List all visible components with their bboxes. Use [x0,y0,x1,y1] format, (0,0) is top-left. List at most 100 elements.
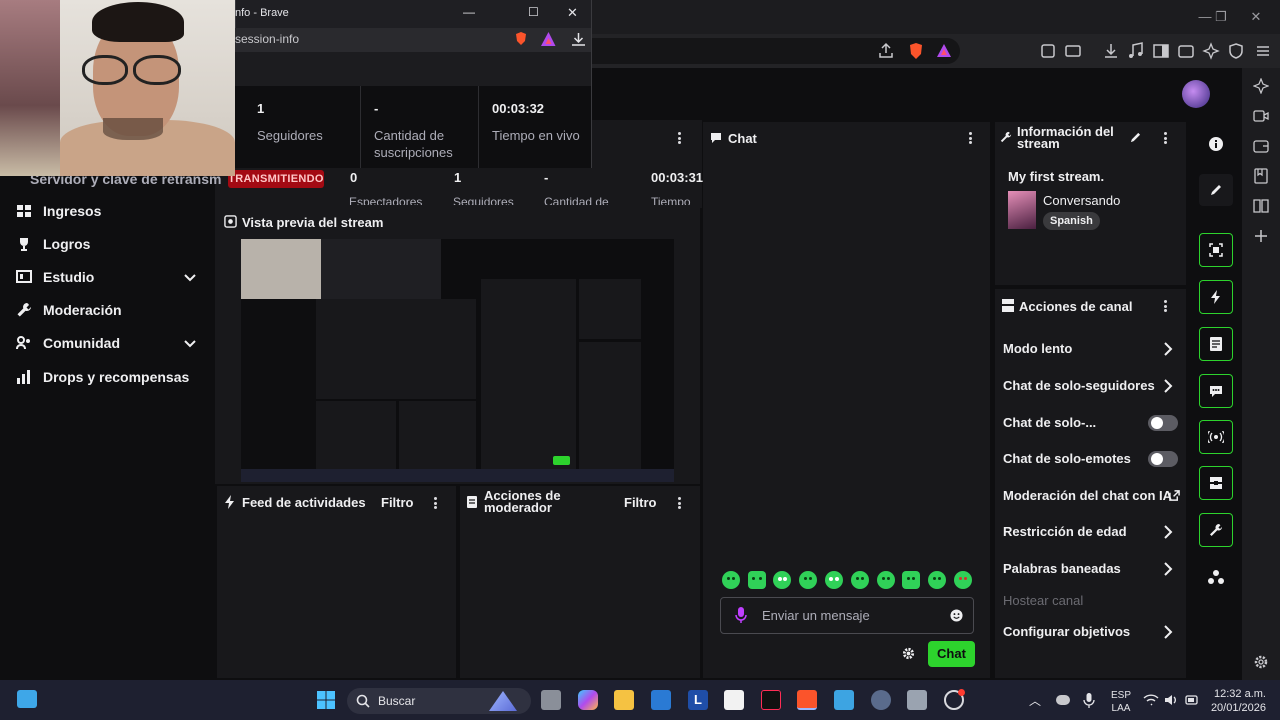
emote-5-icon[interactable] [825,571,843,589]
edit-pencil-icon[interactable] [1130,132,1141,143]
brave-taskbar-icon[interactable] [797,690,817,710]
overlay-minimize-icon[interactable]: — [463,5,475,19]
nav-item-logros[interactable]: Logros [0,229,215,259]
notes-rail-button[interactable] [1199,327,1233,361]
emote-8-icon[interactable] [902,571,920,589]
mod-kebab-icon[interactable] [678,497,682,509]
bookmarks-icon[interactable] [1253,198,1269,214]
banned-words-row[interactable]: Palabras baneadas [1003,559,1178,579]
status-kebab-icon[interactable] [678,132,682,144]
info-icon[interactable] [1207,135,1225,153]
widgets-icon[interactable] [17,690,37,708]
chat-input[interactable]: Enviar un mensaje [720,597,974,634]
stream-category[interactable]: Conversando [1043,193,1120,208]
notepad-icon[interactable] [834,690,854,710]
broadcast-rail-button[interactable] [1199,420,1233,454]
nav-item-comunidad[interactable]: Comunidad [0,328,215,358]
close-icon[interactable]: ✕ [1233,6,1279,28]
chat-settings-gear-icon[interactable] [902,647,915,660]
age-restriction-row[interactable]: Restricción de edad [1003,522,1178,542]
emoji-picker-icon[interactable] [950,609,963,622]
ai-moderation-row[interactable]: Moderación del chat con IA [1003,486,1180,506]
media-icon[interactable] [1126,41,1146,61]
emote-4-icon[interactable] [799,571,817,589]
extensions-dots-icon[interactable] [1207,568,1225,586]
tiktok-icon[interactable] [761,690,781,710]
extensions-icon[interactable] [1038,41,1058,61]
battery-icon[interactable] [1185,693,1199,707]
overlay-rewards-icon[interactable] [541,32,556,46]
emote-2-icon[interactable] [748,571,766,589]
stream-preview-video[interactable] [241,239,674,482]
emote-1-icon[interactable] [722,571,740,589]
nav-item-estudio[interactable]: Estudio [0,262,215,292]
language-tag[interactable]: Spanish [1043,212,1100,230]
language-indicator[interactable]: ESP LAA [1111,689,1131,715]
activity-filter-button[interactable]: Filtro [381,495,414,510]
channel-actions-kebab-icon[interactable] [1164,300,1168,312]
menu-icon[interactable] [1253,41,1273,61]
leo-icon[interactable] [1253,78,1269,94]
share-icon[interactable] [876,41,896,61]
emotes-only-toggle[interactable] [1148,451,1178,467]
sidebar-toggle-icon[interactable] [1151,41,1171,61]
raid-rail-button[interactable] [1199,466,1233,500]
mail-icon[interactable] [651,690,671,710]
overlay-brave-shield-icon[interactable] [513,31,529,47]
settings-taskbar-icon[interactable] [871,690,891,710]
category-box-art[interactable] [1008,191,1036,229]
goals-row[interactable]: Configurar objetivos [1003,622,1178,642]
avatar[interactable] [1182,80,1210,108]
subs-only-toggle[interactable] [1148,415,1178,431]
emote-10-icon[interactable] [954,571,972,589]
chat-kebab-icon[interactable] [969,132,973,144]
followers-only-row[interactable]: Chat de solo-seguidores [1003,376,1178,396]
microphone-icon[interactable] [735,607,747,624]
talk-icon[interactable] [1253,108,1269,124]
nav-item-moderacion[interactable]: Moderación [0,295,215,325]
slow-mode-row[interactable]: Modo lento [1003,339,1178,359]
settings-gear-icon[interactable] [1253,654,1269,670]
chevron-down-icon[interactable] [182,269,198,285]
screenshot-icon[interactable] [1063,41,1083,61]
leo-ai-icon[interactable] [1201,41,1221,61]
clip-rail-button[interactable] [1199,233,1233,267]
nav-item-ingresos[interactable]: Ingresos [0,196,215,226]
download-icon[interactable] [1101,41,1121,61]
emote-3-icon[interactable] [773,571,791,589]
app-l-icon[interactable]: L [688,690,708,710]
overlay-maximize-icon[interactable]: ☐ [528,5,539,19]
mod-filter-button[interactable]: Filtro [624,495,657,510]
chat-send-button[interactable]: Chat [928,641,975,667]
ad-rail-button[interactable] [1199,280,1233,314]
vpn-icon[interactable] [1226,41,1246,61]
emote-9-icon[interactable] [928,571,946,589]
reading-list-icon[interactable] [1253,168,1269,184]
onedrive-icon[interactable] [1056,695,1070,705]
emote-6-icon[interactable] [851,571,869,589]
copilot-icon[interactable] [578,690,598,710]
wallet-icon[interactable] [1253,138,1269,154]
brave-shield-icon[interactable] [906,41,926,61]
camera-taskbar-icon[interactable] [907,690,927,710]
taskbar-search[interactable]: Buscar [347,688,531,714]
add-icon[interactable] [1253,228,1269,244]
overlay-close-icon[interactable]: ✕ [567,5,578,21]
tray-mic-icon[interactable] [1083,693,1095,708]
stream-info-kebab-icon[interactable] [1164,132,1168,144]
windows-start-icon[interactable] [316,690,336,710]
wallet-icon[interactable] [1176,41,1196,61]
chat-rail-button[interactable] [1199,374,1233,408]
network-icon[interactable] [1143,694,1159,706]
chevron-down-icon[interactable] [182,335,198,351]
clock[interactable]: 12:32 a.m. 20/01/2026 [1208,687,1266,715]
activity-kebab-icon[interactable] [434,497,438,509]
task-view-icon[interactable] [541,690,561,710]
edit-rail-button[interactable] [1199,174,1233,206]
volume-icon[interactable] [1164,694,1178,706]
tools-rail-button[interactable] [1199,513,1233,547]
brave-rewards-icon[interactable] [934,41,954,61]
nav-item-drops[interactable]: Drops y recompensas [0,362,215,392]
tray-overflow-icon[interactable]: ︿ [1029,692,1041,709]
store-icon[interactable] [724,690,744,710]
